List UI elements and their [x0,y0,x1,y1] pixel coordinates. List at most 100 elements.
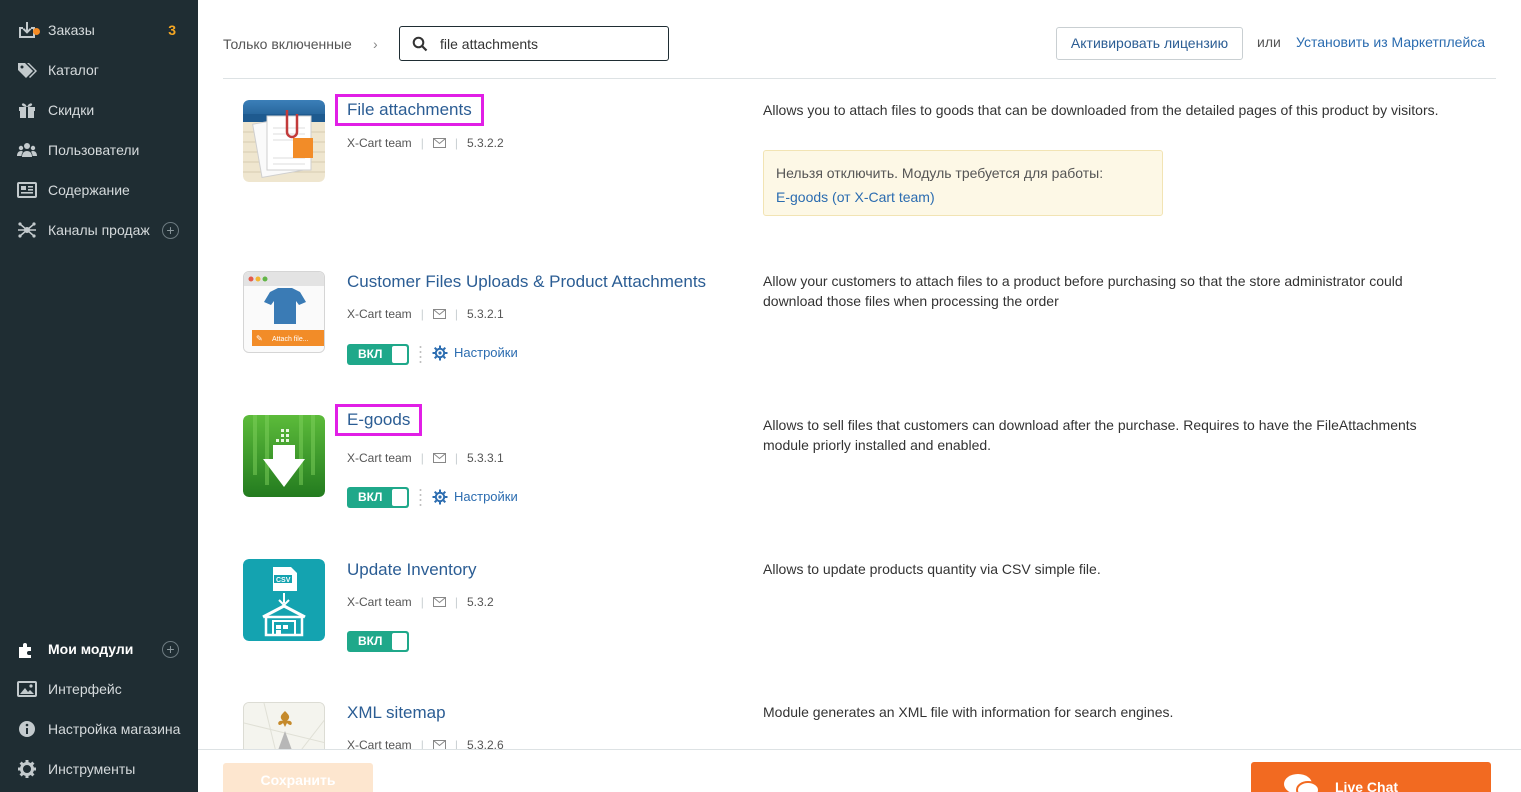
download-arrow-icon [243,415,325,497]
bottom-action-bar: Сохранить Live Chat [198,749,1521,792]
channels-icon [18,222,36,238]
vertical-dots-icon [419,489,422,506]
new-orders-dot [33,28,40,35]
sidebar-item-content[interactable]: Содержание [0,170,198,210]
module-title-egoods[interactable]: E-goods [335,404,423,436]
sidebar-item-label: Настройка магазина [48,721,181,737]
sidebar-item-users[interactable]: Пользователи [0,130,198,170]
svg-text:✎: ✎ [256,334,263,343]
module-version: 5.3.2 [466,595,494,609]
dependency-warning: Нельзя отключить. Модуль требуется для р… [763,150,1163,216]
sidebar-item-label: Мои модули [48,641,134,657]
sidebar-item-label: Каталог [48,62,99,78]
settings-gear-icon [432,345,448,361]
mail-icon[interactable] [432,597,446,607]
dependency-link-egoods[interactable]: E-goods (от X-Cart team) [776,185,1150,209]
sidebar-item-store-setup[interactable]: Настройка магазина [0,709,198,749]
puzzle-icon [19,643,31,658]
sidebar-item-label: Каналы продаж [48,222,150,238]
settings-label: Настройки [454,489,518,504]
module-author: X-Cart team [347,136,412,150]
module-author: X-Cart team [347,451,412,465]
search-icon [412,36,428,52]
sidebar-item-label: Содержание [48,182,130,198]
toggle-label: ВКЛ [358,634,383,648]
info-icon [19,721,35,737]
meta-separator: | [420,136,424,150]
only-enabled-filter[interactable]: Только включенные [223,34,352,54]
module-title-update-inventory[interactable]: Update Inventory [347,559,476,581]
meta-separator: | [420,451,424,465]
sidebar-item-label: Пользователи [48,142,140,158]
module-description: Allows to sell files that customers can … [763,417,1417,453]
sidebar-item-sales-channels[interactable]: Каналы продаж + [0,210,198,250]
orders-count-badge: 3 [168,22,176,38]
sidebar-item-label: Скидки [48,102,95,118]
module-meta: X-Cart team | | 5.3.2.1 [347,306,504,322]
module-author: X-Cart team [347,307,412,321]
module-settings-link[interactable]: Настройки [432,487,518,507]
module-search-box[interactable] [399,26,669,61]
users-icon [17,143,37,157]
sidebar-item-label: Инструменты [48,761,136,777]
file-attachments-icon [243,100,325,182]
activate-license-button[interactable]: Активировать лицензию [1056,27,1243,60]
sidebar-item-label: Заказы [48,22,95,38]
csv-caption: CSV [276,577,291,584]
toolbar-divider [223,78,1496,79]
or-text: или [1257,34,1281,50]
live-chat-button[interactable]: Live Chat [1251,762,1491,792]
search-input[interactable] [440,33,660,55]
sidebar-item-orders[interactable]: Заказы 3 [0,10,198,50]
module-title-xml-sitemap[interactable]: XML sitemap [347,702,446,724]
sidebar: Заказы 3 Каталог Скидки Пользователи Сод… [0,0,198,792]
module-enabled-toggle[interactable]: ВКЛ [347,487,409,508]
gift-icon [19,103,35,118]
sidebar-item-catalog[interactable]: Каталог [0,50,198,90]
sidebar-item-tools[interactable]: Инструменты [0,749,198,789]
module-enabled-toggle[interactable]: ВКЛ [347,344,409,365]
save-button[interactable]: Сохранить [223,763,373,792]
module-description: Allow your customers to attach files to … [763,273,1403,309]
mail-icon[interactable] [432,309,446,319]
add-module-button[interactable]: + [162,641,179,658]
toggle-label: ВКЛ [358,490,383,504]
module-meta: X-Cart team | | 5.3.3.1 [347,450,504,466]
module-version: 5.3.2.2 [466,136,504,150]
meta-separator: | [454,451,458,465]
add-channel-button[interactable]: + [162,222,179,239]
settings-label: Настройки [454,345,518,360]
sidebar-item-my-modules[interactable]: Мои модули + [0,629,198,669]
module-description: Allows to update products quantity via C… [763,561,1101,577]
module-settings-link[interactable]: Настройки [432,343,518,363]
meta-separator: | [420,307,424,321]
toggle-knob [392,633,407,650]
customer-files-icon: Attach file... ✎ [243,271,325,353]
sidebar-item-discounts[interactable]: Скидки [0,90,198,130]
meta-separator: | [454,307,458,321]
meta-separator: | [454,595,458,609]
chat-bubbles-icon [1284,774,1320,792]
install-from-marketplace-link[interactable]: Установить из Маркетплейса [1296,32,1485,52]
attach-file-caption: Attach file... [272,336,309,343]
vertical-dots-icon [419,346,422,363]
toggle-label: ВКЛ [358,347,383,361]
settings-gear-icon [432,489,448,505]
module-enabled-toggle[interactable]: ВКЛ [347,631,409,652]
module-version: 5.3.3.1 [466,451,504,465]
toggle-knob [392,346,407,363]
module-version: 5.3.2.1 [466,307,504,321]
gear-icon [18,760,36,778]
mail-icon[interactable] [432,138,446,148]
mail-icon[interactable] [432,453,446,463]
module-description: Module generates an XML file with inform… [763,704,1174,720]
module-meta: X-Cart team | | 5.3.2 [347,594,494,610]
chevron-right-icon: › [373,36,378,52]
module-title-file-attachments[interactable]: File attachments [335,94,484,126]
warning-text: Нельзя отключить. Модуль требуется для р… [776,165,1104,181]
module-title-customer-files[interactable]: Customer Files Uploads & Product Attachm… [347,271,706,293]
sidebar-item-interface[interactable]: Интерфейс [0,669,198,709]
meta-separator: | [454,136,458,150]
module-description: Allows you to attach files to goods that… [763,102,1439,118]
image-icon [17,681,37,697]
